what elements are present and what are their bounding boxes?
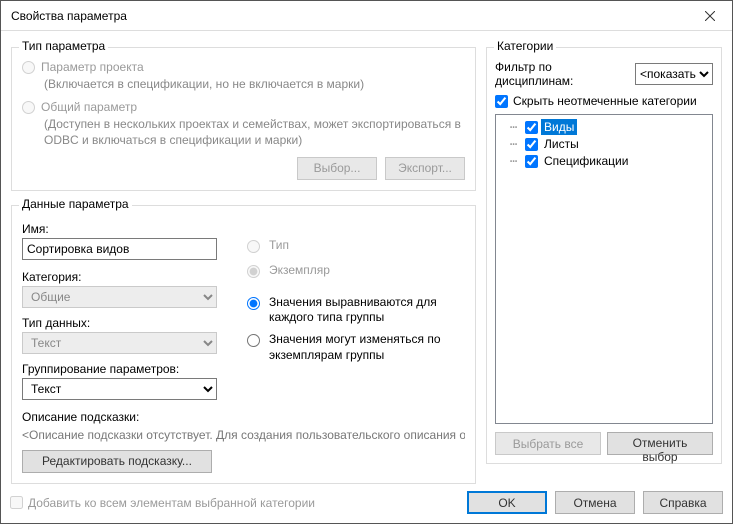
discipline-filter-select[interactable]: <показать [635, 63, 713, 85]
deselect-all-button[interactable]: Отменить выбор [607, 432, 713, 455]
category-select: Общие [22, 286, 217, 308]
instance-radio [247, 265, 260, 278]
align-radio-label: Значения выравниваются для каждого типа … [269, 295, 465, 326]
cancel-button[interactable]: Отмена [555, 491, 635, 514]
tree-branch-icon: ⋯ [504, 153, 522, 169]
vary-radio[interactable] [247, 334, 260, 347]
grouping-select[interactable]: Текст [22, 378, 217, 400]
datatype-label: Тип данных: [22, 316, 222, 330]
vary-radio-label: Значения могут изменяться по экземплярам… [269, 332, 465, 363]
param-data-group: Данные параметра Имя: Категория: Общие Т… [11, 205, 476, 484]
tooltip-text: <Описание подсказки отсутствует. Для соз… [22, 428, 465, 442]
edit-tooltip-button[interactable]: Редактировать подсказку... [22, 450, 212, 473]
choose-button: Выбор... [297, 157, 377, 180]
export-button: Экспорт... [385, 157, 465, 180]
tree-branch-icon: ⋯ [504, 136, 522, 152]
datatype-select: Текст [22, 332, 217, 354]
close-icon [705, 11, 715, 21]
tree-item-checkbox[interactable] [525, 155, 538, 168]
project-param-hint: (Включается в спецификации, но не включа… [44, 76, 465, 92]
tree-item-checkbox[interactable] [525, 121, 538, 134]
window-title: Свойства параметра [11, 9, 127, 23]
instance-radio-label: Экземпляр [269, 263, 330, 279]
tree-item-checkbox[interactable] [525, 138, 538, 151]
project-param-label: Параметр проекта [41, 60, 144, 74]
param-type-group: Тип параметра Параметр проекта (Включает… [11, 47, 476, 191]
shared-param-hint: (Доступен в нескольких проектах и семейс… [44, 116, 465, 148]
category-label: Категория: [22, 270, 222, 284]
tree-item-label: Виды [541, 119, 577, 135]
tree-item-label: Листы [541, 136, 582, 152]
help-button[interactable]: Справка [643, 491, 723, 514]
param-type-legend: Тип параметра [19, 39, 108, 53]
discipline-filter-label: Фильтр по дисциплинам: [495, 60, 629, 88]
type-radio-label: Тип [269, 238, 289, 254]
project-param-radio [22, 61, 35, 74]
categories-tree[interactable]: ⋯ Виды ⋯ Листы ⋯ Спецификации [495, 114, 713, 424]
add-to-all-label: Добавить ко всем элементам выбранной кат… [28, 496, 315, 510]
name-label: Имя: [22, 222, 222, 236]
tree-item[interactable]: ⋯ Листы [498, 136, 710, 153]
hide-unchecked-checkbox[interactable] [495, 95, 508, 108]
ok-button[interactable]: OK [467, 491, 547, 514]
align-radio[interactable] [247, 297, 260, 310]
categories-legend: Категории [494, 39, 556, 53]
categories-group: Категории Фильтр по дисциплинам: <показа… [486, 47, 722, 464]
tree-item[interactable]: ⋯ Спецификации [498, 153, 710, 170]
tree-item-label: Спецификации [541, 153, 631, 169]
hide-unchecked-label: Скрыть неотмеченные категории [513, 94, 697, 108]
add-to-all-checkbox [10, 496, 23, 509]
select-all-button: Выбрать все [495, 432, 601, 455]
tooltip-label: Описание подсказки: [22, 410, 465, 424]
param-data-legend: Данные параметра [19, 197, 132, 211]
name-input[interactable] [22, 238, 217, 260]
tree-item[interactable]: ⋯ Виды [498, 119, 710, 136]
type-radio [247, 240, 260, 253]
close-button[interactable] [687, 1, 732, 31]
grouping-label: Группирование параметров: [22, 362, 222, 376]
tree-branch-icon: ⋯ [504, 119, 522, 135]
shared-param-label: Общий параметр [41, 100, 137, 114]
shared-param-radio [22, 101, 35, 114]
